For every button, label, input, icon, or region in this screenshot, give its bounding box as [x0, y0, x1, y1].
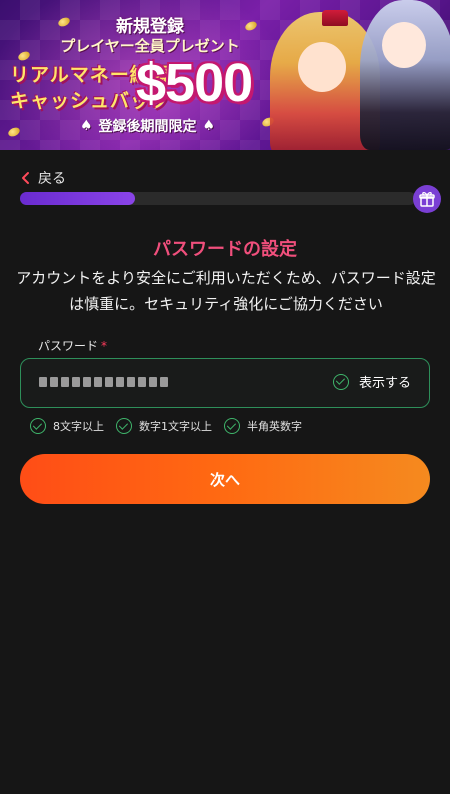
spade-icon: ♠ — [79, 118, 93, 134]
promo-banner[interactable]: 新規登録 プレイヤー全員プレゼント リアルマネー総額 キャッシュバック $500… — [0, 0, 450, 150]
check-circle-icon — [332, 373, 349, 390]
check-circle-icon — [30, 418, 46, 434]
page-description: アカウントをより安全にご利用いただくため、パスワード設定は慎重に。セキュリティ強… — [16, 269, 436, 313]
password-label: パスワード * — [38, 337, 107, 354]
gift-icon[interactable] — [413, 185, 441, 213]
rule-label: 8文字以上 — [53, 420, 104, 433]
back-label: 戻る — [38, 171, 66, 187]
character-face-right — [382, 22, 426, 68]
password-label-text: パスワード — [38, 339, 99, 353]
password-rules: 8文字以上 数字1文字以上 半角英数字 — [30, 418, 302, 434]
chevron-left-icon — [22, 172, 29, 184]
show-password-toggle[interactable]: 表示する — [332, 372, 411, 391]
check-circle-icon — [224, 418, 240, 434]
progress-fill — [20, 192, 135, 205]
banner-period-label: 登録後期間限定 — [98, 119, 197, 135]
password-input[interactable]: 表示する — [20, 358, 430, 408]
banner-amount: $500 — [136, 53, 253, 113]
spade-icon: ♠ — [202, 118, 216, 134]
progress-bar — [20, 192, 416, 205]
required-mark: * — [101, 339, 108, 353]
next-button[interactable]: 次へ — [20, 454, 430, 504]
rule-item: 数字1文字以上 — [116, 418, 212, 434]
check-circle-icon — [116, 418, 132, 434]
password-masked-value — [39, 377, 168, 387]
rule-item: 半角英数字 — [224, 418, 302, 434]
banner-period: ♠ 登録後期間限定 ♠ — [40, 115, 255, 137]
rule-label: 半角英数字 — [247, 420, 302, 433]
gift-icon-glyph — [419, 192, 435, 207]
banner-title: 新規登録 — [116, 17, 184, 37]
character-face-left — [298, 42, 346, 92]
rule-item: 8文字以上 — [30, 418, 104, 434]
rule-label: 数字1文字以上 — [139, 420, 212, 433]
page-title: パスワードの設定 — [153, 239, 297, 260]
show-password-label: 表示する — [358, 376, 411, 391]
back-button[interactable]: 戻る — [20, 168, 66, 188]
crown-icon — [322, 10, 348, 26]
